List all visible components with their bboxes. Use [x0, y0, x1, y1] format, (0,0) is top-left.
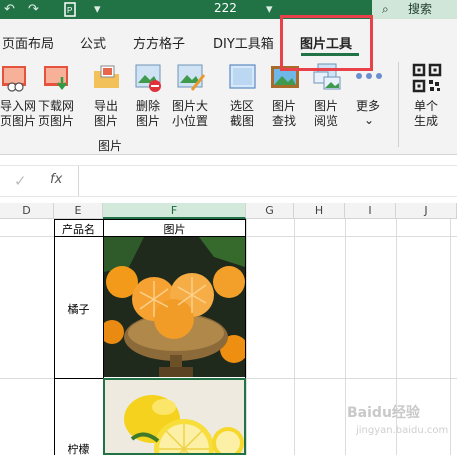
highlight-box — [280, 15, 373, 71]
product-name-cell[interactable]: 橘子 — [54, 301, 103, 317]
redo-icon[interactable]: ↷ — [28, 0, 39, 19]
formula-input[interactable] — [78, 166, 457, 196]
column-header-g[interactable]: G — [246, 203, 294, 219]
column-header-h[interactable]: H — [294, 203, 345, 219]
image-browse-label-1: 图片 — [314, 99, 339, 113]
title-bar: ↶ ↷ P ▾ 222 ▾ ⌕ 搜索 — [0, 0, 457, 19]
confirm-icon[interactable]: ✓ — [14, 172, 27, 190]
delete-image-label-1: 删除 — [136, 99, 161, 113]
more-chevron-icon: ⌄ — [364, 113, 375, 127]
grid-line — [246, 219, 247, 455]
column-header-j[interactable]: J — [396, 203, 457, 219]
svg-text:P: P — [67, 6, 72, 15]
selection-screenshot-label-2: 截图 — [230, 114, 255, 128]
customize-dropdown-icon[interactable]: ▾ — [94, 0, 101, 19]
formula-bar: ✓ fx — [0, 165, 457, 197]
export-image-label-2: 图片 — [94, 114, 119, 128]
more-label: 更多 — [356, 99, 381, 113]
image-size-position-label-1: 图片大 — [172, 99, 209, 113]
download-web-image-icon — [44, 66, 68, 91]
image-resize-icon — [177, 64, 206, 91]
watermark: Baidu经验 — [347, 405, 420, 421]
image-size-position-label-2: 小位置 — [172, 114, 209, 128]
file-doc-icon[interactable]: P — [64, 0, 78, 19]
tab-formulas[interactable]: 公式 — [80, 33, 106, 52]
delete-image-icon — [135, 64, 161, 92]
import-web-image-label-2: 页图片 — [0, 114, 37, 128]
download-web-image-label-1: 下载网 — [38, 99, 75, 113]
grid-line — [450, 219, 451, 455]
export-image-label-1: 导出 — [94, 99, 119, 113]
column-header-d[interactable]: D — [0, 203, 54, 219]
folder-export-icon — [94, 65, 119, 88]
column-header-e[interactable]: E — [54, 203, 103, 219]
single-generate-label-1: 单个 — [414, 99, 439, 113]
search-icon: ⌕ — [382, 2, 389, 16]
search-box[interactable]: ⌕ 搜索 — [372, 0, 457, 19]
delete-image-label-2: 图片 — [136, 114, 161, 128]
table-border — [54, 219, 246, 220]
single-generate-label-2: 生成 — [414, 114, 439, 128]
orange-photo[interactable] — [104, 237, 245, 377]
ribbon-tabs: 页面布局 公式 方方格子 DIY工具箱 图片工具 — [0, 19, 457, 57]
screenshot-icon — [229, 64, 256, 89]
title-dropdown-icon[interactable]: ▾ — [266, 0, 273, 19]
qr-code-icon — [412, 63, 442, 93]
table-border — [54, 219, 55, 455]
insert-function-icon[interactable]: fx — [50, 172, 62, 187]
tab-ffgz[interactable]: 方方格子 — [133, 33, 185, 52]
column-header-f[interactable]: F — [103, 203, 246, 219]
search-label: 搜索 — [408, 2, 433, 16]
grid-line — [345, 219, 346, 455]
download-web-image-label-2: 页图片 — [38, 114, 75, 128]
tab-page-layout[interactable]: 页面布局 — [2, 33, 54, 52]
image-find-label-1: 图片 — [272, 99, 297, 113]
tab-diy-toolbox[interactable]: DIY工具箱 — [213, 33, 274, 52]
undo-icon[interactable]: ↶ — [4, 0, 15, 19]
column-header-i[interactable]: I — [345, 203, 396, 219]
watermark-sub: jingyan.baidu.com — [356, 425, 449, 436]
ribbon-separator — [398, 62, 399, 147]
image-find-label-2: 查找 — [272, 114, 297, 128]
image-browse-label-2: 阅览 — [314, 114, 339, 128]
selected-cell — [103, 378, 246, 455]
grid-line — [294, 219, 295, 455]
window-title: 222 — [214, 1, 237, 15]
header-image[interactable]: 图片 — [103, 221, 246, 237]
import-web-image-icon — [2, 66, 26, 92]
selection-screenshot-label-1: 选区 — [230, 99, 255, 113]
ribbon-group-label: 图片 — [98, 139, 123, 153]
import-web-image-label-1: 导入网 — [0, 99, 37, 113]
header-product-name[interactable]: 产品名 — [54, 221, 103, 237]
